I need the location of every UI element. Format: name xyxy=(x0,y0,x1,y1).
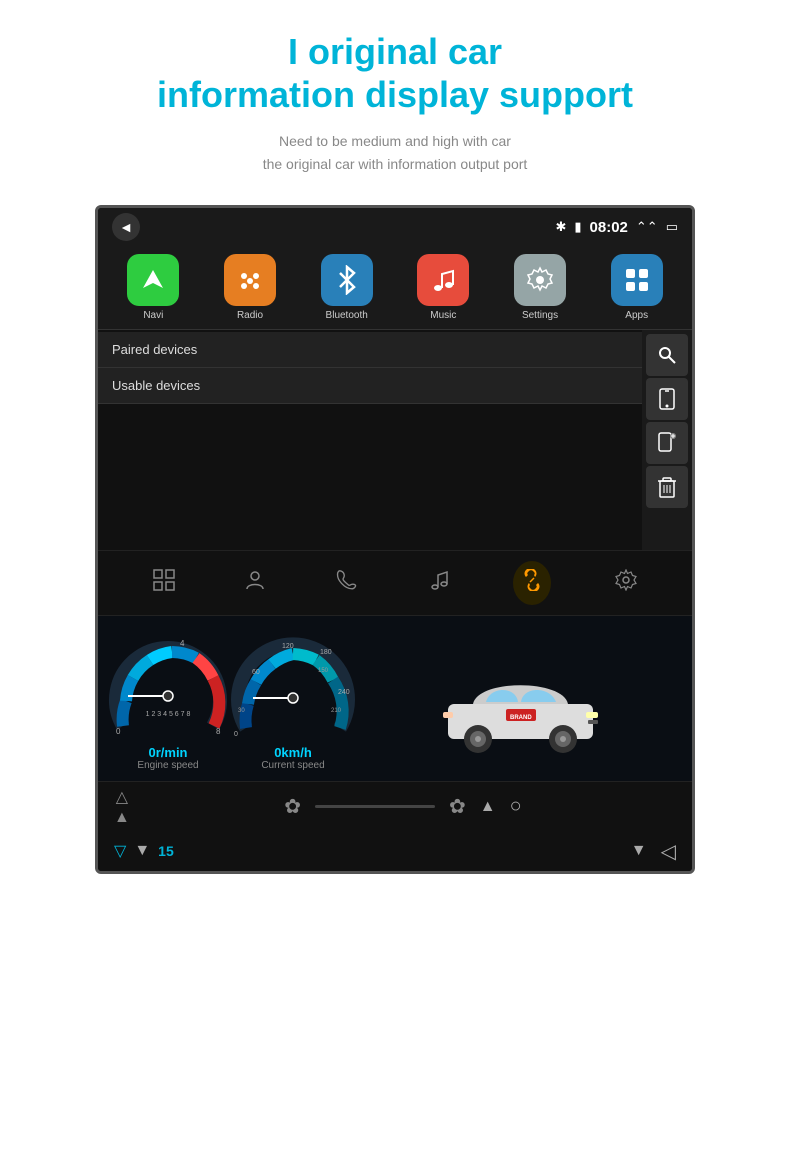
bluetooth-status-icon: ✱ xyxy=(555,219,566,235)
phone-settings-btn[interactable] xyxy=(646,422,688,464)
device-frame: ◄ ✱ ▮ 08:02 ⌃⌃ ▭ Navi xyxy=(95,205,695,874)
volume-number: 15 xyxy=(158,843,174,859)
up-btn-filled[interactable]: ▲ xyxy=(114,809,130,827)
content-area: Paired devices Usable devices xyxy=(98,330,692,550)
status-bar: ◄ ✱ ▮ 08:02 ⌃⌃ ▭ xyxy=(98,208,692,246)
radio-label: Radio xyxy=(237,310,263,321)
ctrl-center: ✿ ✿ ▲ ○ xyxy=(130,794,676,819)
expand-icon: ⌃⌃ xyxy=(636,219,658,235)
back-button[interactable]: ◄ xyxy=(112,213,140,241)
clock: 08:02 xyxy=(590,219,628,236)
apps-label: Apps xyxy=(625,310,648,321)
paired-devices-item[interactable]: Paired devices xyxy=(98,332,642,368)
nav-link[interactable] xyxy=(513,561,551,605)
fan-left-btn[interactable]: ✿ xyxy=(284,794,301,819)
page-subtitle: Need to be medium and high with car the … xyxy=(40,130,750,175)
rpm-value: 0r/min xyxy=(148,745,187,760)
app-settings[interactable]: Settings xyxy=(495,254,586,321)
down-btn-filled[interactable]: ▼ xyxy=(134,842,150,860)
apps-icon xyxy=(611,254,663,306)
gauges-section: 0 4 8 1 2 3 4 5 6 7 8 0r/min Engine spee… xyxy=(98,616,692,781)
phone-btn[interactable] xyxy=(646,378,688,420)
svg-text:180: 180 xyxy=(320,649,332,656)
navi-icon xyxy=(127,254,179,306)
navi-label: Navi xyxy=(143,310,163,321)
app-radio[interactable]: Radio xyxy=(205,254,296,321)
app-apps[interactable]: Apps xyxy=(591,254,682,321)
nav-grid[interactable] xyxy=(147,563,181,603)
svg-text:30: 30 xyxy=(238,708,245,714)
page-header: I original car information display suppo… xyxy=(0,0,790,185)
app-bluetooth[interactable]: Bluetooth xyxy=(301,254,392,321)
music-icon xyxy=(417,254,469,306)
speed-value: 0km/h xyxy=(274,745,312,760)
vol-up-btn[interactable]: ▲ xyxy=(480,798,496,816)
radio-icon xyxy=(224,254,276,306)
page-title: I original car information display suppo… xyxy=(40,30,750,116)
speed-gauge: 0 60 120 180 240 30 150 210 0km/h Curren… xyxy=(228,636,358,771)
control-bar-1: △ ▲ ✿ ✿ ▲ ○ xyxy=(98,781,692,831)
nav-settings[interactable] xyxy=(609,563,643,603)
fan-right-btn[interactable]: ✿ xyxy=(449,794,466,819)
usable-devices-item[interactable]: Usable devices xyxy=(98,368,642,404)
svg-text:8: 8 xyxy=(216,727,221,736)
ctrl-left: △ ▲ xyxy=(114,787,130,827)
nav-person[interactable] xyxy=(238,563,272,603)
ctrl2-right: ▼ ◁ xyxy=(631,839,676,864)
sidebar-buttons xyxy=(642,330,692,550)
control-bar-2: ▽ ▼ 15 ▼ ◁ xyxy=(98,831,692,871)
settings-icon xyxy=(514,254,566,306)
app-navi[interactable]: Navi xyxy=(108,254,199,321)
speed-sublabel: Current speed xyxy=(261,760,324,771)
svg-text:60: 60 xyxy=(252,669,260,676)
rpm-gauge: 0 4 8 1 2 3 4 5 6 7 8 0r/min Engine spee… xyxy=(108,636,228,771)
svg-text:150: 150 xyxy=(318,668,329,674)
svg-text:0: 0 xyxy=(116,727,121,736)
device-list: Paired devices Usable devices xyxy=(98,330,642,550)
vol-down-btn[interactable]: ▼ xyxy=(631,842,647,860)
car-image: BRAND xyxy=(438,654,603,754)
app-bar: Navi Radio Bluetooth xyxy=(98,246,692,330)
home-btn[interactable]: ○ xyxy=(510,795,522,818)
rpm-sublabel: Engine speed xyxy=(137,760,198,771)
volume-bar[interactable] xyxy=(315,805,435,808)
bluetooth-icon xyxy=(321,254,373,306)
music-label: Music xyxy=(430,310,456,321)
svg-text:BRAND: BRAND xyxy=(510,715,532,721)
search-btn[interactable] xyxy=(646,334,688,376)
svg-text:120: 120 xyxy=(282,643,294,650)
signal-icon: ▮ xyxy=(574,219,581,235)
app-music[interactable]: Music xyxy=(398,254,489,321)
window-icon: ▭ xyxy=(666,219,678,235)
ctrl2-left: ▽ ▼ 15 xyxy=(114,841,174,861)
svg-text:1 2 3 4 5 6 7 8: 1 2 3 4 5 6 7 8 xyxy=(146,711,191,718)
up-btn-outline[interactable]: △ xyxy=(116,787,128,807)
back-btn[interactable]: ◁ xyxy=(661,839,676,864)
svg-text:4: 4 xyxy=(180,639,185,648)
nav-phone[interactable] xyxy=(330,563,364,603)
car-area: BRAND xyxy=(358,644,682,764)
status-right: ✱ ▮ 08:02 ⌃⌃ ▭ xyxy=(555,219,678,236)
bottom-nav xyxy=(98,550,692,616)
svg-text:240: 240 xyxy=(338,689,350,696)
svg-text:210: 210 xyxy=(331,708,342,714)
down-btn-outline[interactable]: ▽ xyxy=(114,841,126,861)
settings-label: Settings xyxy=(522,310,558,321)
delete-btn[interactable] xyxy=(646,466,688,508)
svg-text:0: 0 xyxy=(234,731,238,738)
bluetooth-label: Bluetooth xyxy=(326,310,368,321)
nav-music[interactable] xyxy=(422,563,456,603)
